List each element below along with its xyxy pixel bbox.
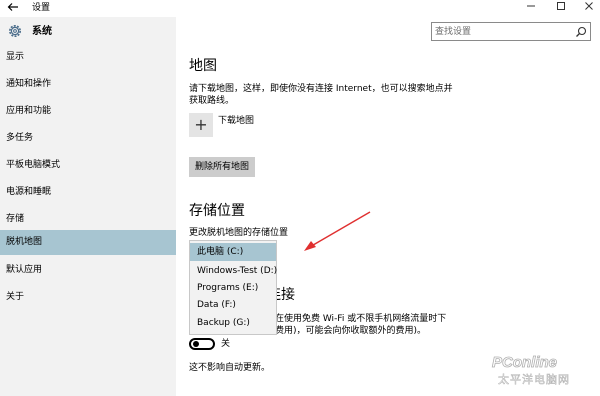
back-arrow-icon[interactable] [6, 1, 20, 15]
maps-description-line2: 获取路线。 [189, 96, 235, 106]
sidebar-item-notifications[interactable]: 通知和操作 [0, 71, 176, 97]
sidebar-item-multitasking[interactable]: 多任务 [0, 125, 176, 151]
sidebar-item-default-apps[interactable]: 默认应用 [0, 257, 176, 283]
sidebar-header: 系统 [0, 19, 176, 45]
storage-description: 更改脱机地图的存储位置 [189, 228, 289, 238]
sidebar-item-power[interactable]: 电源和睡眠 [0, 179, 176, 205]
minimize-svg [527, 5, 535, 7]
sidebar: 系统 显示 通知和操作 应用和功能 多任务 平板电脑模式 电源和睡眠 存储 脱机… [0, 17, 176, 396]
toggle-state-label: 关 [221, 339, 231, 349]
storage-location-dropdown[interactable]: 此电脑 (C:) Windows-Test (D:) Programs (E:)… [189, 240, 277, 335]
storage-heading: 存储位置 [189, 203, 245, 219]
maximize-icon[interactable] [548, 0, 574, 17]
minimize-icon[interactable] [518, 0, 544, 17]
search-box[interactable]: 查找设置 [431, 22, 591, 41]
search-input[interactable]: 查找设置 [435, 26, 471, 38]
delete-all-maps-button[interactable]: 删除所有地图 [189, 157, 255, 177]
metered-toggle[interactable] [189, 338, 215, 350]
annotation-arrow-icon [304, 211, 371, 251]
sidebar-title: 系统 [32, 26, 52, 37]
pconline-watermark-logo: PConline 太平洋电脑网 [492, 354, 570, 387]
title-bar: 设置 [0, 0, 600, 17]
dropdown-option-d[interactable]: Windows-Test (D:) [190, 262, 277, 280]
gear-icon [9, 25, 21, 37]
window-title: 设置 [32, 3, 51, 13]
dropdown-option-c[interactable]: 此电脑 (C:) [190, 243, 276, 261]
sidebar-item-tablet-mode[interactable]: 平板电脑模式 [0, 152, 176, 178]
toggle-knob [193, 341, 199, 347]
close-icon[interactable] [576, 0, 600, 17]
maps-heading: 地图 [189, 58, 217, 74]
sidebar-item-apps[interactable]: 应用和功能 [0, 98, 176, 124]
metered-description-line2: 费用)，可能会向你收取额外的费用)。 [275, 326, 427, 336]
sidebar-item-display[interactable]: 显示 [0, 44, 176, 70]
close-svg [585, 2, 593, 10]
sidebar-item-storage[interactable]: 存储 [0, 206, 176, 232]
dropdown-option-f[interactable]: Data (F:) [190, 296, 276, 314]
plus-icon: + [194, 115, 208, 134]
maximize-svg [557, 2, 565, 10]
svg-text:PConline: PConline [492, 354, 557, 371]
svg-text:太平洋电脑网: 太平洋电脑网 [498, 372, 570, 386]
metered-description-line1: 在使用免费 Wi-Fi 或不限手机网络流量时下 [275, 314, 447, 324]
dropdown-option-g[interactable]: Backup (G:) [190, 314, 276, 332]
download-maps-button[interactable]: + [189, 113, 213, 137]
search-icon[interactable] [575, 26, 587, 38]
auto-update-note: 这不影响自动更新。 [189, 363, 271, 373]
back-arrow-svg [7, 3, 18, 11]
sidebar-item-offline-maps[interactable]: 脱机地图 [0, 230, 176, 255]
download-maps-label[interactable]: 下载地图 [218, 115, 254, 127]
dropdown-option-e[interactable]: Programs (E:) [190, 279, 276, 297]
maps-description-line1: 请下载地图，这样，即使你没有连接 Internet，也可以搜索地点并 [189, 84, 453, 94]
sidebar-item-about[interactable]: 关于 [0, 284, 176, 310]
